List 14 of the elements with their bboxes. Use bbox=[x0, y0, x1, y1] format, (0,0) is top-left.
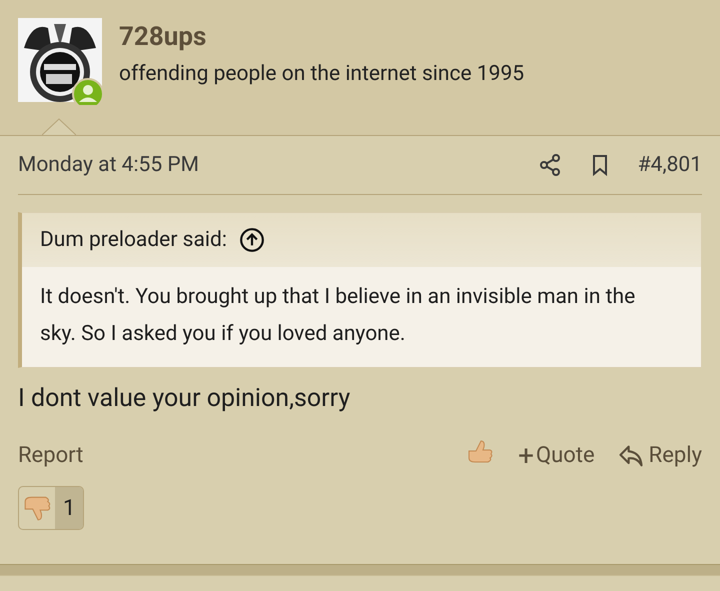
quote-text: It doesn't. You brought up that I believe in an invisible man in the sky. So I asked you if you loved anyone. bbox=[39, 284, 636, 348]
post-body: I dont value your opinion,sorry bbox=[18, 384, 352, 413]
reaction-count: 1 bbox=[55, 487, 84, 529]
username-link[interactable]: 728ups bbox=[119, 22, 524, 52]
user-tagline: offending people on the internet since 1995 bbox=[119, 62, 524, 86]
post-number-link[interactable]: #4,801 bbox=[638, 153, 702, 177]
reply-button[interactable]: Reply bbox=[616, 442, 702, 470]
post-date[interactable]: Monday at 4:55 PM bbox=[18, 153, 199, 177]
quote-button[interactable]: +Quote bbox=[518, 439, 595, 472]
thumbs-up-icon[interactable] bbox=[466, 438, 494, 466]
reaction-summary[interactable]: 1 bbox=[18, 486, 84, 530]
quote-attribution[interactable]: Dum preloader said: bbox=[40, 228, 227, 252]
share-icon[interactable] bbox=[538, 153, 562, 177]
report-link[interactable]: Report bbox=[18, 443, 84, 468]
